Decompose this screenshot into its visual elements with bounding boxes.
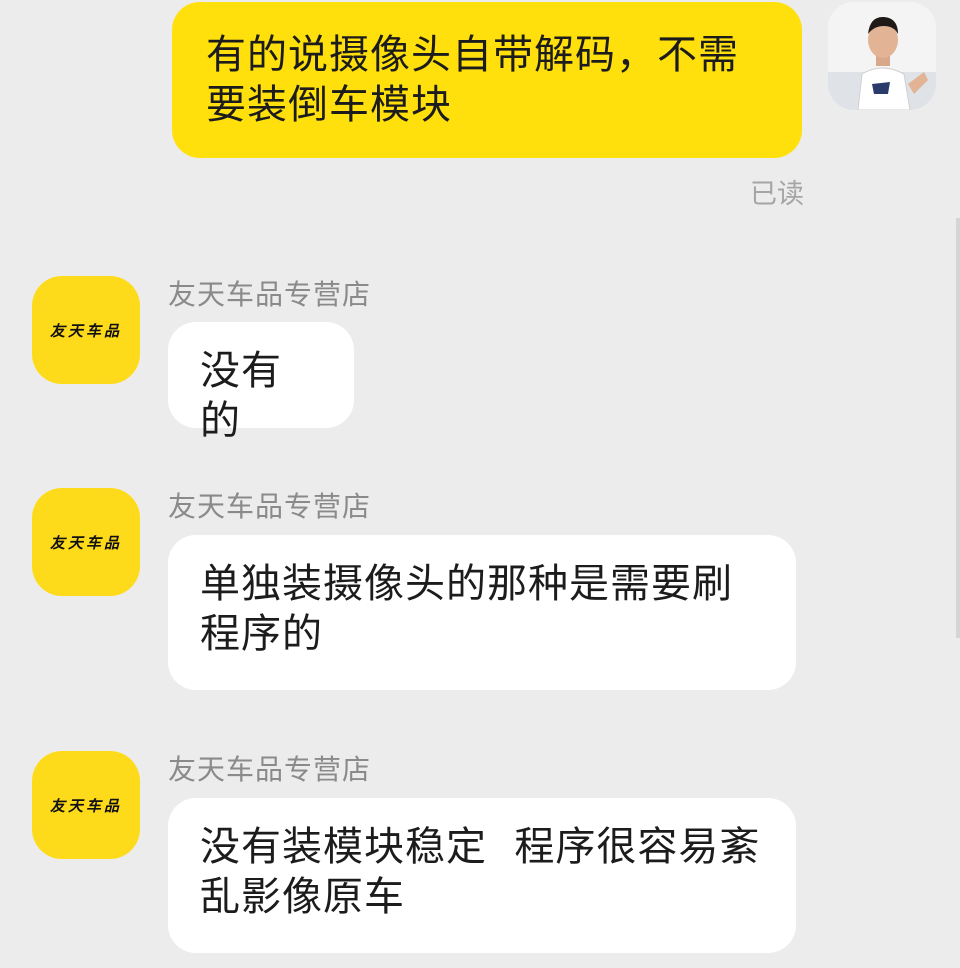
shop-avatar[interactable]: 友天车品 bbox=[32, 488, 140, 596]
shop-logo-text: 友天车品 bbox=[49, 796, 122, 815]
user-photo bbox=[828, 2, 936, 110]
sender-name: 友天车品专营店 bbox=[168, 490, 372, 523]
outgoing-message-bubble[interactable]: 有的说摄像头自带解码，不需要装倒车模块 bbox=[172, 2, 802, 158]
user-avatar[interactable] bbox=[828, 2, 936, 110]
scrollbar[interactable] bbox=[956, 218, 960, 638]
shop-avatar[interactable]: 友天车品 bbox=[32, 276, 140, 384]
read-status: 已读 bbox=[750, 179, 804, 210]
incoming-message-bubble[interactable]: 单独装摄像头的那种是需要刷程序的 bbox=[168, 535, 796, 690]
chat-conversation: 有的说摄像头自带解码，不需要装倒车模块 已读 友天车品 友天车品专营店 没有的 … bbox=[0, 0, 960, 968]
sender-name: 友天车品专营店 bbox=[168, 753, 372, 786]
incoming-message-bubble[interactable]: 没有装模块稳定 程序很容易紊乱影像原车 bbox=[168, 798, 796, 953]
shop-logo-text: 友天车品 bbox=[49, 321, 122, 340]
sender-name: 友天车品专营店 bbox=[168, 278, 372, 311]
incoming-message-bubble[interactable]: 没有的 bbox=[168, 322, 354, 444]
shop-avatar[interactable]: 友天车品 bbox=[32, 751, 140, 859]
shop-logo-text: 友天车品 bbox=[49, 533, 122, 552]
